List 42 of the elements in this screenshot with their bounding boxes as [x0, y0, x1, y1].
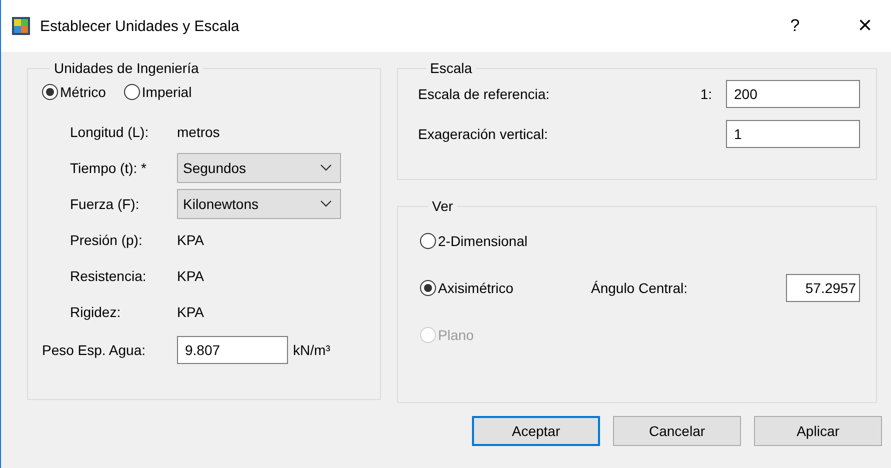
dialog-button[interactable]: Aceptar — [472, 416, 600, 446]
app-icon — [12, 17, 30, 35]
chevron-down-icon — [320, 164, 332, 172]
group-title: Ver — [431, 198, 454, 214]
radio-icon[interactable] — [420, 233, 436, 249]
field-label: Escala de referencia: — [418, 86, 551, 102]
radio-icon[interactable] — [124, 84, 140, 100]
dropdown[interactable]: Segundos — [177, 153, 341, 183]
scale-prefix: 1: — [700, 86, 712, 102]
radio-option[interactable]: 2-Dimensional — [420, 233, 591, 249]
radio-icon[interactable] — [42, 84, 58, 100]
input-field[interactable]: 1 — [726, 120, 860, 148]
field-label: Tiempo (t): * — [70, 160, 148, 176]
unit-value: KPA — [177, 232, 204, 248]
dropdown[interactable]: Kilonewtons — [177, 189, 341, 219]
unit-label: kN/m³ — [293, 342, 330, 358]
input-field[interactable]: 57.2957 — [786, 274, 860, 302]
input-field[interactable]: 200 — [726, 80, 860, 108]
field-label: Rigidez: — [70, 304, 122, 320]
field-label: Resistencia: — [70, 268, 148, 284]
unit-value: metros — [177, 124, 220, 140]
dialog-button[interactable]: Cancelar — [613, 416, 741, 446]
group-title: Unidades de Ingeniería — [53, 60, 200, 76]
field-label: Ángulo Central: — [591, 280, 689, 296]
field-label: Presión (p): — [70, 232, 144, 248]
field-label: Peso Esp. Agua: — [42, 342, 147, 358]
radio-option[interactable]: Imperial — [124, 84, 192, 100]
help-button[interactable]: ? — [785, 16, 805, 36]
radio-icon[interactable] — [420, 280, 436, 296]
input-field[interactable]: 9.807 — [177, 336, 288, 364]
unit-value: KPA — [177, 268, 204, 284]
chevron-down-icon — [320, 200, 332, 208]
radio-option[interactable]: Métrico — [42, 84, 106, 100]
field-label: Exageración vertical: — [418, 126, 549, 142]
window-title: Establecer Unidades y Escala — [40, 18, 240, 34]
dialog-button[interactable]: Aplicar — [754, 416, 882, 446]
field-label: Fuerza (F): — [70, 196, 140, 212]
unit-value: KPA — [177, 304, 204, 320]
group-title: Escala — [429, 60, 474, 76]
radio-option[interactable]: Axisimétrico — [420, 280, 591, 296]
field-label: Longitud (L): — [70, 124, 150, 140]
close-button[interactable]: × — [853, 12, 877, 40]
